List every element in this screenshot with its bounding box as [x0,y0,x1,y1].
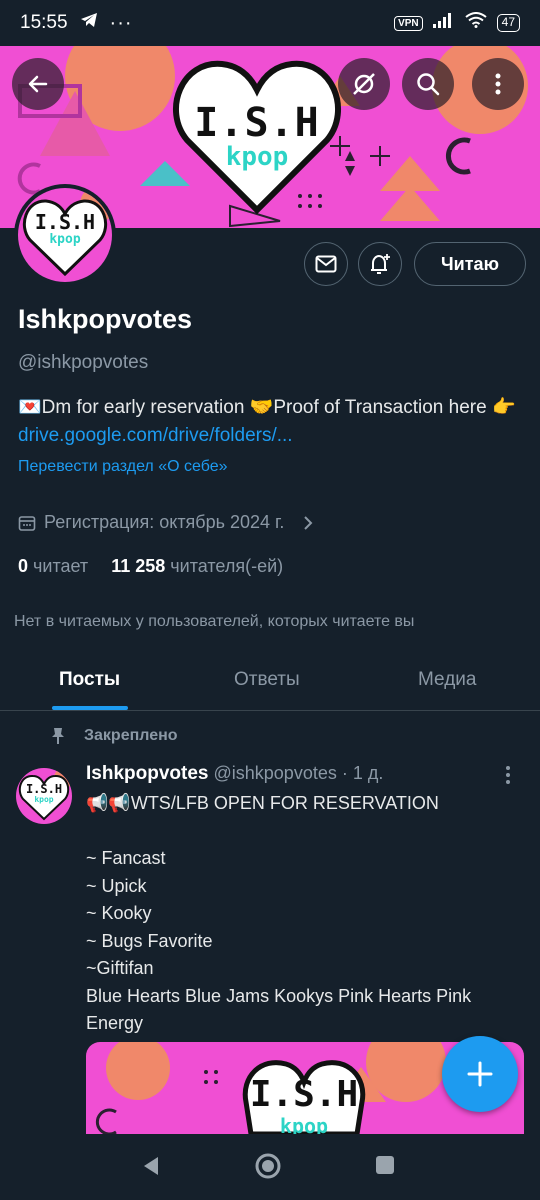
vpn-badge: VPN [394,15,423,31]
profile-handle: @ishkpopvotes [18,352,149,373]
bell-plus-icon [371,254,390,274]
arrow-left-icon [28,75,48,93]
square-recents-icon [376,1156,394,1174]
followers-label: читателя(-ей) [170,556,284,576]
more-vertical-icon [495,73,501,95]
post-header: Ishkpopvotes @ishkpopvotes · 1 д. [86,763,383,785]
post-image-logo-text: I.S.H [249,1074,359,1115]
translate-bio-link[interactable]: Перевести раздел «О себе» [18,458,228,476]
circle-home-icon [255,1153,281,1179]
post-image-logo-subtext: kpop [279,1114,329,1134]
search-button[interactable] [402,58,454,110]
followers-you-know-notice: Нет в читаемых у пользователей, которых … [14,613,415,630]
chevron-right-icon [304,515,313,530]
grok-button[interactable] [338,58,390,110]
nav-recents-button[interactable] [374,1154,396,1181]
search-icon [417,73,440,96]
back-button[interactable] [12,58,64,110]
banner-logo-text: I.S.H [194,100,320,146]
message-button[interactable] [304,242,348,286]
more-vertical-icon [506,766,510,784]
joined-date[interactable]: Регистрация: октябрь 2024 г. [18,512,314,533]
post-avatar-text: I.S.H [25,782,63,796]
following-count: 0 [18,556,29,576]
triangle-back-icon [144,1157,158,1175]
calendar-icon [18,515,36,531]
post-avatar-subtext: kpop [34,795,54,804]
envelope-icon [315,255,337,273]
banner-logo-subtext: kpop [225,142,289,172]
telegram-icon [80,12,98,34]
system-nav-bar [0,1134,540,1200]
post-text: 📢📢WTS/LFB OPEN FOR RESERVATION ~ Fancast… [86,793,472,1033]
nav-home-button[interactable] [254,1152,282,1185]
following-link[interactable]: 0 читает [18,556,88,576]
status-time: 15:55 [20,12,68,33]
profile-avatar[interactable]: I.S.H kpop [14,184,116,286]
more-options-button[interactable] [472,58,524,110]
profile-tabs: Посты Ответы Медиа [0,655,540,711]
following-label: читает [33,556,89,576]
post-author-name[interactable]: Ishkpopvotes [86,763,208,784]
pinned-indicator: Закреплено [50,727,178,745]
following-button[interactable]: Читаю [414,242,526,286]
pinned-label: Закреплено [84,727,178,744]
profile-bio: 💌Dm for early reservation 🤝Proof of Tran… [18,394,523,450]
avatar-logo-text: I.S.H [34,210,96,234]
status-bar: 15:55 ··· VPN 47 [0,0,540,46]
bio-text: 💌Dm for early reservation 🤝Proof of Tran… [18,397,516,418]
joined-text: Регистрация: октябрь 2024 г. [44,512,285,532]
post-meta: @ishkpopvotes · 1 д. [213,763,384,783]
active-tab-indicator [52,706,128,710]
more-notifications-icon: ··· [109,11,133,34]
battery-indicator: 47 [496,14,520,32]
followers-link[interactable]: 11 258 читателя(-ей) [111,556,283,576]
tab-media[interactable]: Медиа [418,669,476,691]
bio-link[interactable]: drive.google.com/drive/folders/... [18,425,293,446]
grok-icon [353,73,375,95]
tab-posts[interactable]: Посты [59,669,120,691]
notifications-button[interactable] [358,242,402,286]
wifi-icon [465,12,487,34]
post-author-avatar[interactable]: I.S.H kpop [16,768,72,824]
compose-button[interactable] [442,1036,518,1112]
avatar-logo-subtext: kpop [49,232,81,247]
post-more-button[interactable] [504,764,512,791]
plus-icon [467,1061,493,1087]
pin-icon [52,728,64,744]
profile-name: Ishkpopvotes [18,304,193,334]
follow-counts: 0 читает 11 258 читателя(-ей) [18,556,283,577]
tab-replies[interactable]: Ответы [234,669,300,691]
followers-count: 11 258 [111,556,166,576]
signal-icon [432,12,455,34]
nav-back-button[interactable] [140,1154,162,1183]
